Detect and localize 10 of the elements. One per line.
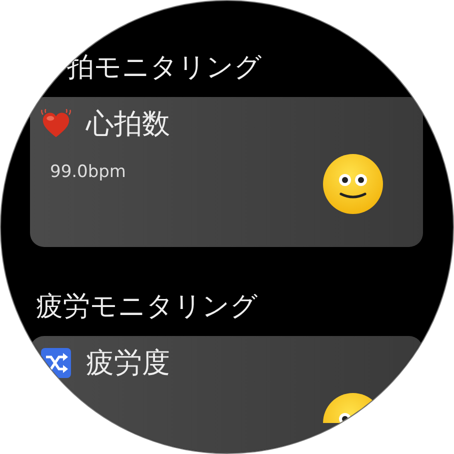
- card-title: 疲労度: [86, 345, 170, 381]
- smiley-icon: [323, 154, 383, 214]
- heart-icon: [40, 109, 72, 139]
- card-background[interactable]: 疲労度: [30, 336, 423, 453]
- smiley-icon: [323, 393, 373, 423]
- card-background[interactable]: 心拍数 99.0bpm: [30, 97, 423, 247]
- section-heading: 疲労モニタリング: [35, 290, 259, 324]
- shuffle-icon: [40, 348, 72, 378]
- reading-value: 99.0bpm: [49, 161, 126, 182]
- card-title: 心拍数: [86, 106, 170, 142]
